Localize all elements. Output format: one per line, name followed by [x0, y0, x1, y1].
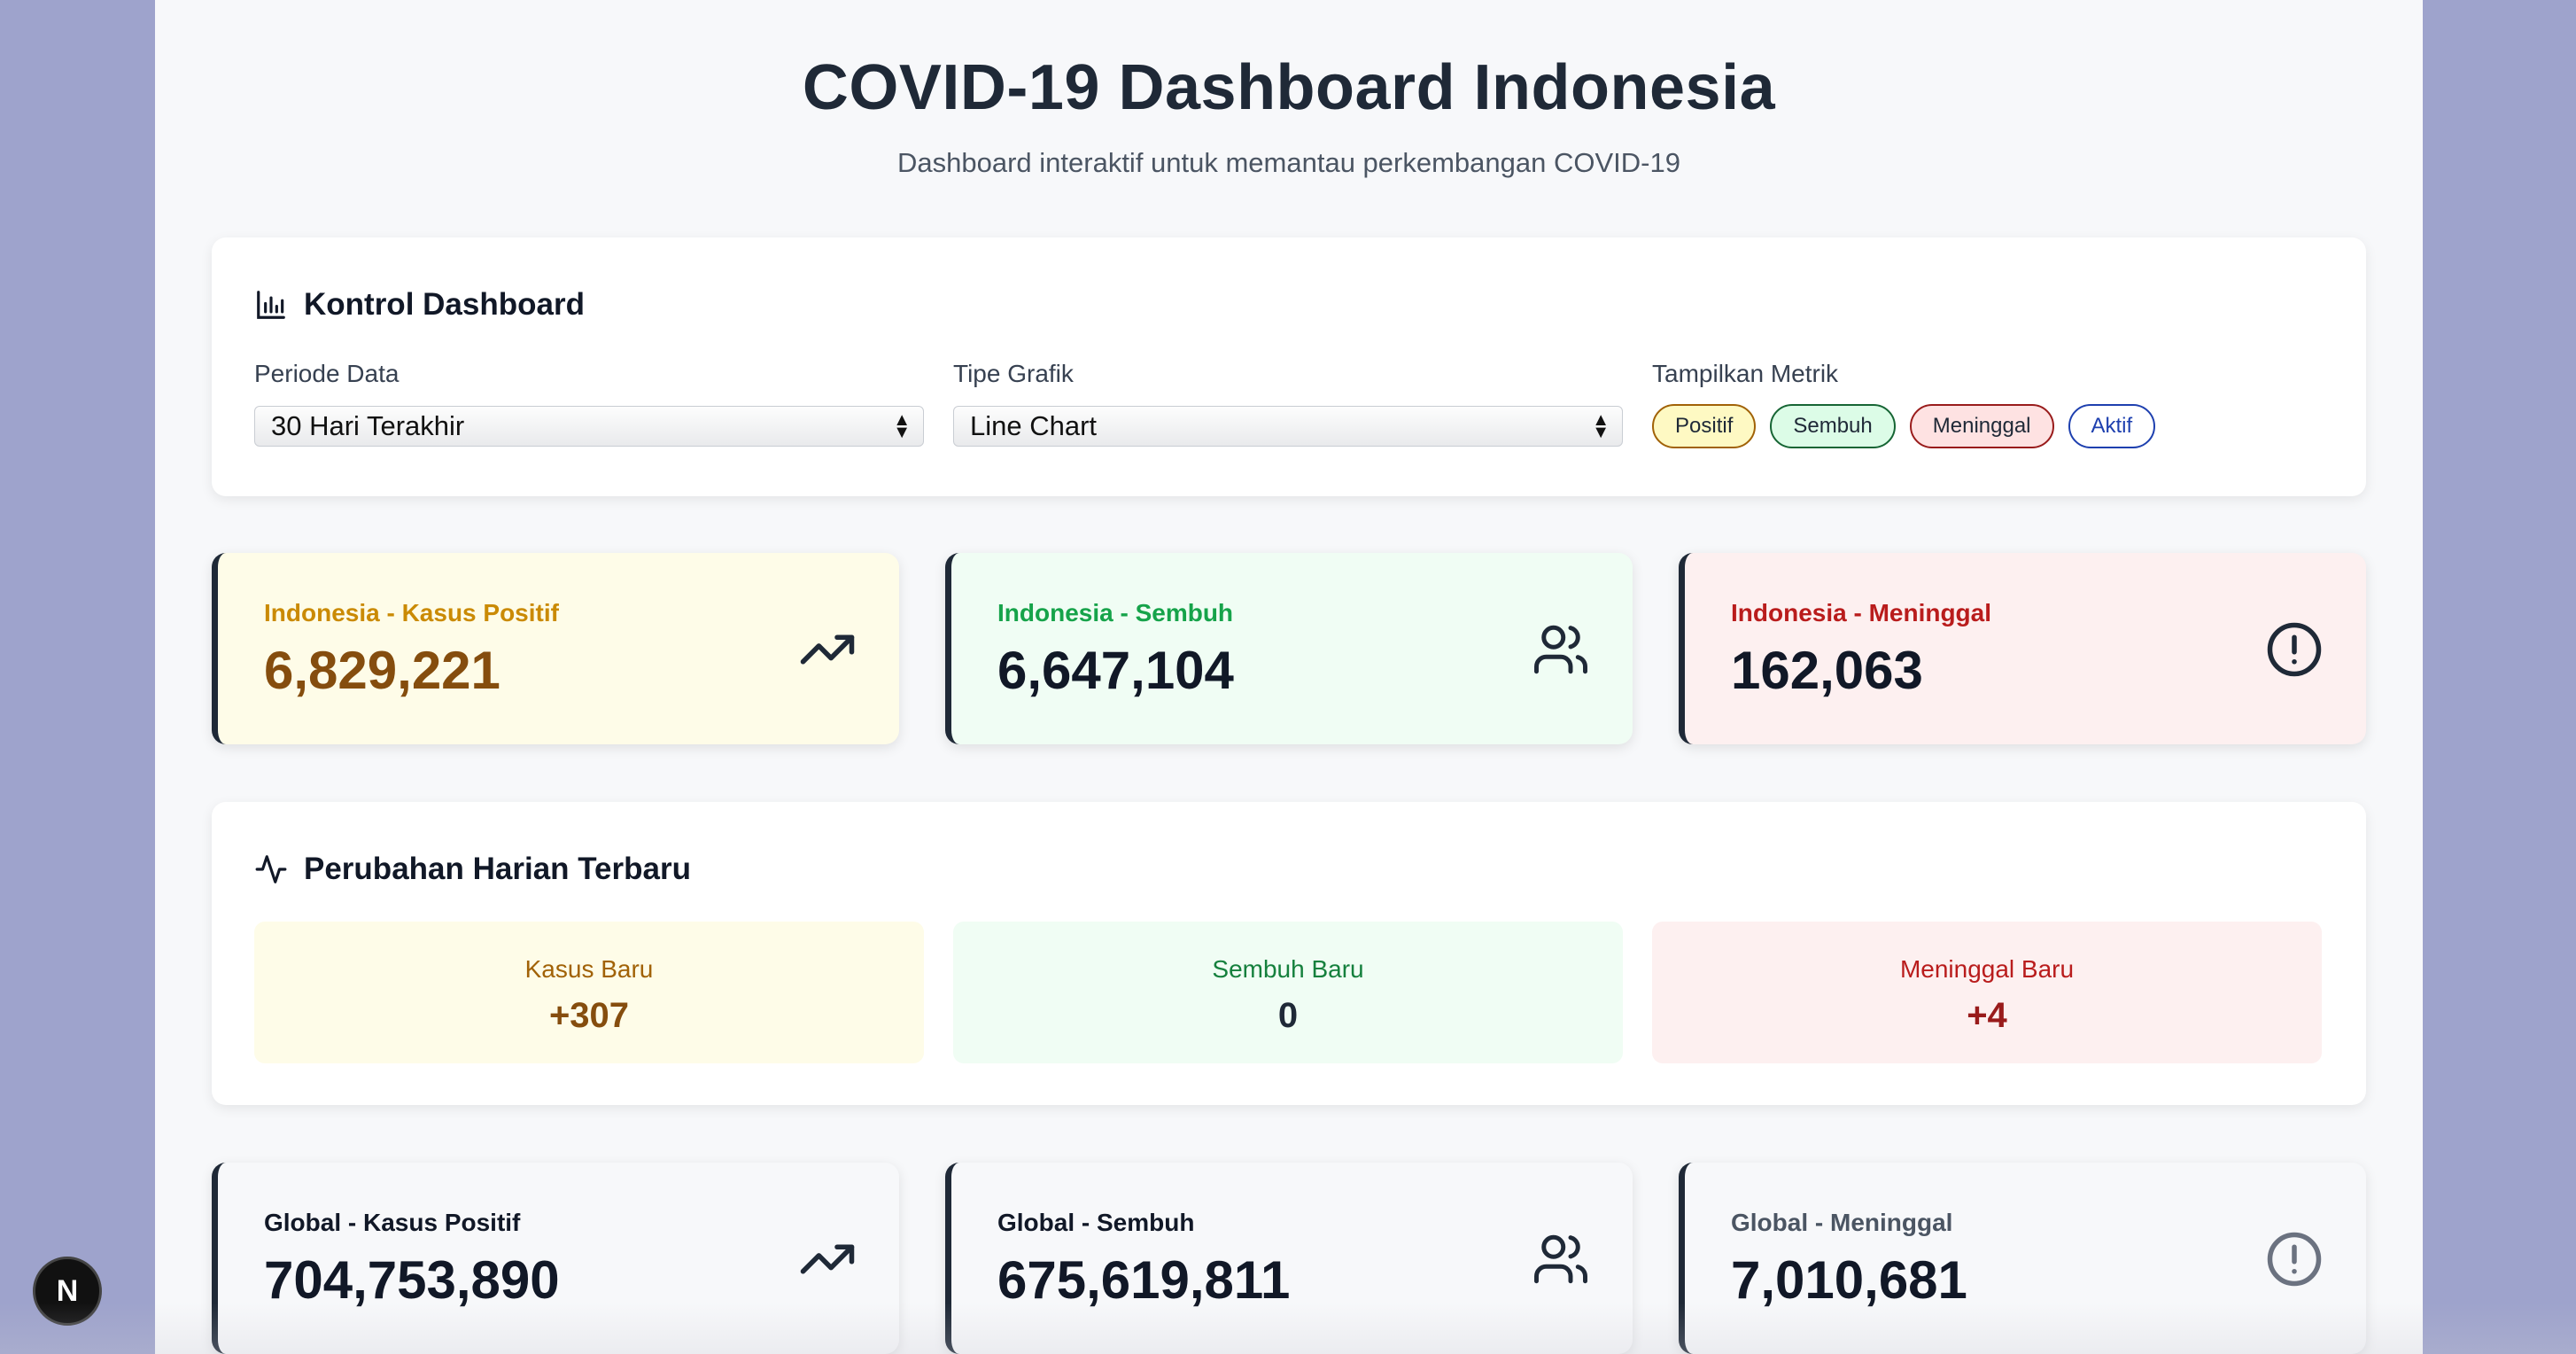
- controls-title: Kontrol Dashboard: [304, 287, 585, 322]
- daily-value: 0: [1277, 996, 1299, 1035]
- chart-type-field: Tipe Grafik Line Chart ▲ ▼: [953, 360, 1623, 447]
- stat-card-indonesia-positive: Indonesia - Kasus Positif 6,829,221: [212, 553, 899, 744]
- metric-toggle-aktif[interactable]: Aktif: [2068, 404, 2156, 448]
- daily-label: Kasus Baru: [524, 955, 654, 983]
- stat-label: Indonesia - Kasus Positif: [264, 599, 559, 626]
- nextjs-dev-badge[interactable]: N: [33, 1257, 102, 1326]
- daily-changes-card: Perubahan Harian Terbaru Kasus Baru +307…: [212, 802, 2366, 1105]
- daily-label: Meninggal Baru: [1899, 955, 2075, 983]
- stat-label: Indonesia - Sembuh: [997, 599, 1234, 626]
- daily-value: +307: [548, 996, 630, 1035]
- page-title: COVID-19 Dashboard Indonesia: [802, 52, 1776, 123]
- controls-heading: Kontrol Dashboard: [254, 287, 585, 323]
- alert-circle-icon: [2267, 1232, 2322, 1287]
- chart-type-select[interactable]: Line Chart ▲ ▼: [953, 406, 1623, 447]
- chart-type-label: Tipe Grafik: [953, 360, 1074, 387]
- period-field: Periode Data 30 Hari Terakhir ▲ ▼: [254, 360, 924, 447]
- metrics-label: Tampilkan Metrik: [1652, 360, 1839, 387]
- stat-label: Indonesia - Meninggal: [1731, 599, 1992, 626]
- daily-title: Perubahan Harian Terbaru: [304, 852, 691, 886]
- daily-new-cases: Kasus Baru +307: [254, 922, 924, 1063]
- trending-up-icon: [800, 634, 855, 665]
- daily-value: +4: [1967, 996, 2007, 1035]
- dashboard-page: COVID-19 Dashboard Indonesia Dashboard i…: [155, 0, 2423, 1354]
- metric-toggle-sembuh[interactable]: Sembuh: [1770, 404, 1896, 448]
- metric-toggle-meninggal[interactable]: Meninggal: [1909, 404, 2054, 448]
- select-arrows-icon: ▲ ▼: [1592, 410, 1610, 442]
- activity-icon: [255, 855, 287, 883]
- chart-type-select-value: Line Chart: [970, 410, 1098, 441]
- metrics-field: Tampilkan Metrik Positif Sembuh Meningga…: [1652, 360, 2156, 448]
- stat-value: 6,647,104: [997, 641, 1234, 700]
- dashboard-controls-card: Kontrol Dashboard Periode Data 30 Hari T…: [212, 237, 2366, 496]
- users-icon: [1534, 625, 1587, 674]
- page-subtitle: Dashboard interaktif untuk memantau perk…: [897, 147, 1680, 178]
- period-label: Periode Data: [254, 360, 400, 387]
- stat-label: Global - Kasus Positif: [264, 1209, 521, 1236]
- alert-circle-icon: [2267, 622, 2322, 677]
- stat-card-global-recovered: Global - Sembuh 675,619,811: [945, 1163, 1633, 1354]
- stat-value: 675,619,811: [997, 1250, 1291, 1310]
- stat-label: Global - Meninggal: [1731, 1209, 1953, 1236]
- users-icon: [1534, 1234, 1587, 1284]
- stat-card-global-positive: Global - Kasus Positif 704,753,890: [212, 1163, 899, 1354]
- stat-value: 7,010,681: [1731, 1250, 1967, 1310]
- bar-chart-icon: [257, 291, 285, 319]
- daily-new-deaths: Meninggal Baru +4: [1652, 922, 2322, 1063]
- metric-toggles: Positif Sembuh Meninggal Aktif: [1652, 404, 2156, 448]
- daily-label: Sembuh Baru: [1212, 955, 1364, 983]
- page-header: COVID-19 Dashboard Indonesia Dashboard i…: [155, 0, 2423, 179]
- metric-toggle-positif[interactable]: Positif: [1652, 404, 1757, 448]
- stat-value: 6,829,221: [264, 641, 500, 700]
- stat-card-indonesia-death: Indonesia - Meninggal 162,063: [1679, 553, 2366, 744]
- stat-value: 162,063: [1731, 641, 1923, 700]
- period-select[interactable]: 30 Hari Terakhir ▲ ▼: [254, 406, 924, 447]
- trending-up-icon: [800, 1244, 855, 1274]
- stat-value: 704,753,890: [264, 1250, 560, 1310]
- daily-new-recovered: Sembuh Baru 0: [953, 922, 1623, 1063]
- stat-card-indonesia-recovered: Indonesia - Sembuh 6,647,104: [945, 553, 1633, 744]
- stat-card-global-death: Global - Meninggal 7,010,681: [1679, 1163, 2366, 1354]
- select-arrows-icon: ▲ ▼: [893, 410, 911, 442]
- period-select-value: 30 Hari Terakhir: [271, 410, 465, 441]
- daily-heading: Perubahan Harian Terbaru: [254, 852, 691, 887]
- stat-label: Global - Sembuh: [997, 1209, 1195, 1236]
